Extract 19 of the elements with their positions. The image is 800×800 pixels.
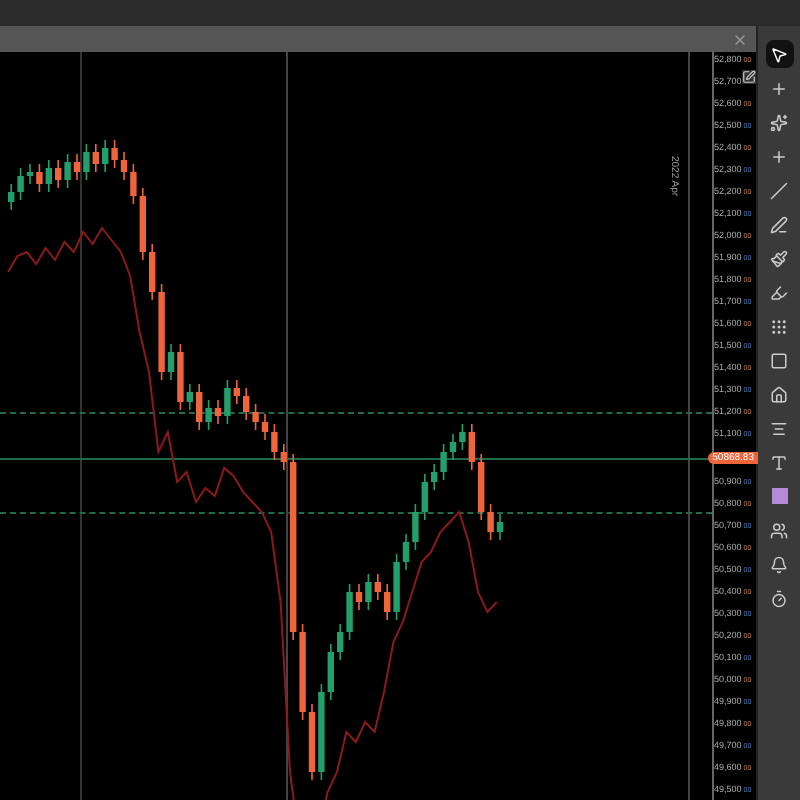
line-icon [770,181,788,199]
lines-icon [770,419,788,437]
marker-icon [770,283,788,301]
pointer-icon [770,45,788,63]
pen-icon [770,215,788,233]
plus-icon [770,79,788,97]
sparkle-icon [770,113,788,131]
tool-button[interactable] [765,40,793,68]
close-icon[interactable] [732,31,748,47]
house-icon [770,385,788,403]
edit-icon[interactable] [742,70,756,84]
dots-icon [770,317,788,335]
timer-icon [770,589,788,607]
people-icon [770,521,788,539]
brush-icon [770,249,788,267]
plus-icon [770,147,788,165]
bell-icon [770,555,788,573]
text-icon [770,453,788,471]
square-icon [770,351,788,369]
